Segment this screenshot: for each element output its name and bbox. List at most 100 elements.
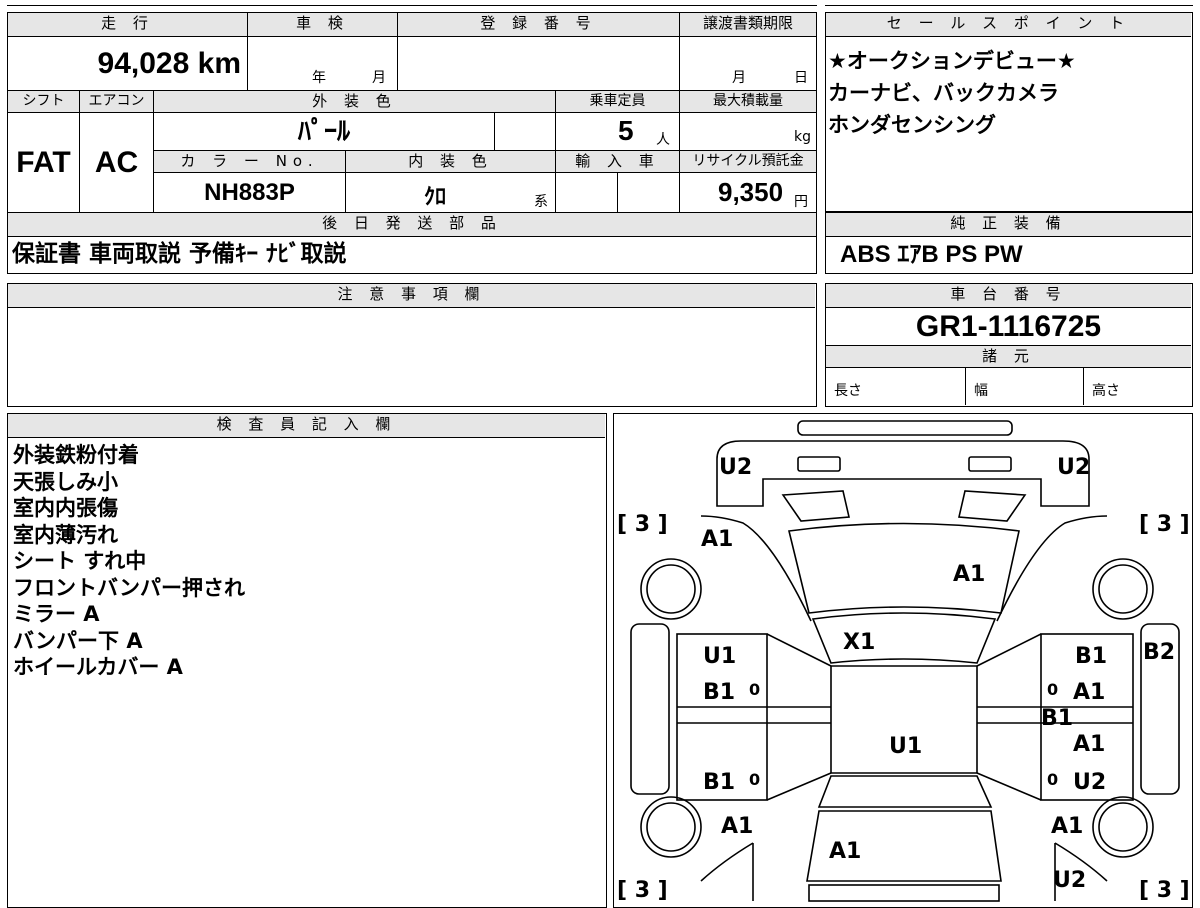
recycle-deposit-value-cell: 9,350 円 <box>680 173 816 213</box>
max-load-unit: kg <box>794 129 811 145</box>
mark-a1-rear-left: A1 <box>721 814 753 839</box>
mark-b1-left-rear: B1 <box>703 770 735 795</box>
transfer-month-unit: 月 <box>732 70 746 86</box>
import-value-a <box>556 173 618 213</box>
mark-a1-rear: A1 <box>829 839 861 864</box>
inspector-note-item: フロントバンパー押され <box>13 575 246 600</box>
mark-x1-windshield: X1 <box>843 630 875 655</box>
width-label: 幅 <box>966 368 1084 405</box>
transfer-deadline-value: 月 日 <box>680 37 816 91</box>
sales-point-line: ホンダセンシング <box>828 113 996 137</box>
mark-b2-right: B2 <box>1143 640 1175 665</box>
mark-b1-right-mid: B1 <box>1041 706 1073 731</box>
inspector-note-item: 天張しみ小 <box>13 469 118 494</box>
mileage-label: 走 行 <box>8 13 248 37</box>
sales-point-label: セ ー ル ス ポ イ ン ト <box>826 13 1191 37</box>
exterior-color-extra <box>495 113 556 151</box>
inspector-notes-list: 外装鉄粉付着 天張しみ小 室内内張傷 室内薄汚れ シート すれ中 フロントバンパ… <box>13 442 245 681</box>
inspection-value: 年 月 <box>248 37 398 91</box>
inspector-note-item: シート すれ中 <box>13 549 147 573</box>
mark-u2-top-left: U2 <box>719 455 752 480</box>
mark-bracket-top-left: [ 3 ] <box>617 512 668 537</box>
mark-b1-left-front: B1 <box>703 680 735 705</box>
color-number-value: NH883P <box>154 173 346 213</box>
mark-a1-right-front: A1 <box>1073 680 1105 705</box>
notes-label: 注 意 事 項 欄 <box>8 284 815 308</box>
car-damage-diagram-box: U2 U2 [ 3 ] [ 3 ] A1 A1 X1 U1 B1 0 B1 B2… <box>613 413 1193 908</box>
import-value-b <box>618 173 680 213</box>
inspector-notes-label: 検 査 員 記 入 欄 <box>8 414 605 438</box>
registration-value <box>398 37 680 91</box>
sales-point-box: セ ー ル ス ポ イ ン ト ★オークションデビュー★ カーナビ、バックカメラ… <box>825 12 1193 212</box>
registration-label: 登 録 番 号 <box>398 13 680 37</box>
chassis-number-value: GR1-1116725 <box>826 308 1191 346</box>
inspection-month-unit: 月 <box>372 70 386 86</box>
mark-bracket-top-right: [ 3 ] <box>1139 512 1190 537</box>
inspection-label: 車 検 <box>248 13 398 37</box>
chassis-number-label: 車 台 番 号 <box>826 284 1191 308</box>
mark-u1-left-front: U1 <box>703 644 736 669</box>
transfer-deadline-label: 譲渡書類期限 <box>680 13 816 37</box>
mark-bracket-bottom-right: [ 3 ] <box>1139 878 1190 903</box>
inspector-note-item: 室内内張傷 <box>13 496 118 520</box>
inspector-note-item: 外装鉄粉付着 <box>13 443 139 467</box>
mark-u2-top-right: U2 <box>1057 455 1090 480</box>
import-label: 輸 入 車 <box>556 151 680 173</box>
top-edge-row <box>7 0 817 6</box>
exterior-color-label: 外 装 色 <box>154 91 556 113</box>
later-shipping-parts-value: 保証書 車両取説 予備ｷｰ ﾅﾋﾞ取説 <box>12 241 347 267</box>
mark-zero-right-rear: 0 <box>1047 770 1058 789</box>
mark-zero-left-rear: 0 <box>749 770 760 789</box>
inspector-note-item: ホイールカバー A <box>13 655 183 679</box>
inspector-note-item: 室内薄汚れ <box>13 522 118 547</box>
specs-label: 諸 元 <box>826 346 1191 368</box>
notes-box: 注 意 事 項 欄 <box>7 283 817 407</box>
genuine-equipment-box: 純 正 装 備 ABS ｴｱB PS PW <box>825 212 1193 274</box>
top-edge-row-right <box>825 0 1193 6</box>
transfer-day-unit: 日 <box>794 70 808 86</box>
capacity-unit: 人 <box>656 132 670 148</box>
sales-point-list: ★オークションデビュー★ カーナビ、バックカメラ ホンダセンシング <box>828 45 1076 141</box>
sales-point-line: ★オークションデビュー★ <box>828 49 1076 73</box>
inspector-note-item: バンパー下 A <box>13 628 143 653</box>
chassis-box: 車 台 番 号 GR1-1116725 諸 元 長さ 幅 高さ <box>825 283 1193 407</box>
mark-zero-right-front: 0 <box>1047 680 1058 699</box>
mark-zero-left-front: 0 <box>749 680 760 699</box>
mark-u2-right-rear: U2 <box>1073 770 1106 795</box>
height-label: 高さ <box>1092 383 1120 399</box>
inspection-year-unit: 年 <box>312 70 326 86</box>
interior-color-value-cell: ｸﾛ 系 <box>346 173 556 213</box>
color-number-label: カ ラ ー No. <box>154 151 346 173</box>
exterior-color-value: ﾊﾟｰﾙ <box>154 113 495 151</box>
aircon-value: AC <box>80 113 154 213</box>
max-load-label: 最大積載量 <box>680 91 816 113</box>
capacity-value-cell: 5 人 <box>556 113 680 151</box>
interior-color-value: ｸﾛ <box>424 185 447 210</box>
mark-u2-bottom-right: U2 <box>1053 868 1086 893</box>
genuine-equipment-label: 純 正 装 備 <box>826 213 1191 237</box>
inspector-notes-box: 検 査 員 記 入 欄 外装鉄粉付着 天張しみ小 室内内張傷 室内薄汚れ シート… <box>7 413 607 908</box>
max-load-value-cell: kg <box>680 113 816 151</box>
length-label: 長さ <box>826 368 966 405</box>
shift-value: FAT <box>8 113 80 213</box>
mark-bracket-bottom-left: [ 3 ] <box>617 878 668 903</box>
capacity-label: 乗車定員 <box>556 91 680 113</box>
mark-a1-rear-right: A1 <box>1051 814 1083 839</box>
vehicle-info-table: 走 行 車 検 登 録 番 号 譲渡書類期限 94,028 km 年 月 月 日… <box>7 12 817 274</box>
sales-point-line: カーナビ、バックカメラ <box>828 81 1059 105</box>
interior-color-suffix: 系 <box>534 194 548 210</box>
mark-a1-front-left: A1 <box>701 527 733 552</box>
mileage-value: 94,028 km <box>8 37 248 91</box>
recycle-deposit-unit: 円 <box>794 194 808 210</box>
recycle-deposit-label: リサイクル預託金 <box>680 151 816 173</box>
recycle-deposit-value: 9,350 <box>718 177 784 207</box>
shift-label: シフト <box>8 91 80 113</box>
mark-u1-roof: U1 <box>889 734 922 759</box>
inspector-note-item: ミラー A <box>13 602 100 626</box>
later-shipping-parts-label: 後 日 発 送 部 品 <box>8 213 816 237</box>
genuine-equipment-value: ABS ｴｱB PS PW <box>840 241 1023 268</box>
capacity-value: 5 <box>618 115 634 146</box>
mark-a1-right-mid: A1 <box>1073 732 1105 757</box>
mark-b1-right-front: B1 <box>1075 644 1107 669</box>
interior-color-label: 内 装 色 <box>346 151 556 173</box>
